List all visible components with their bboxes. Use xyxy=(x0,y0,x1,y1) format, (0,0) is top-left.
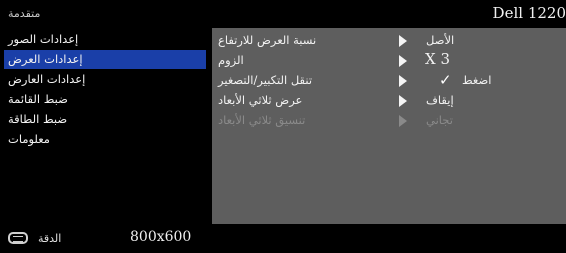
arrow-right-icon xyxy=(399,75,407,87)
setting-row-zoom-navigation[interactable]: تنقل التكبير/التصغير ✓ اضغط xyxy=(212,70,566,90)
setting-row-3d-format: تنسيق ثلاثي الأبعاد تجاني xyxy=(212,110,566,130)
setting-value: تجاني xyxy=(426,113,453,127)
setting-row-3d-display[interactable]: عرض ثلاثي الأبعاد إيقاف xyxy=(212,90,566,110)
resolution-icon xyxy=(8,232,28,244)
menu-item-menu-settings[interactable]: ضبط القائمة xyxy=(4,90,206,109)
arrow-right-icon xyxy=(399,95,407,107)
resolution-label: الدقة xyxy=(38,232,62,245)
menu-item-image-settings[interactable]: إعدادات الصور xyxy=(4,30,206,49)
menu-item-display-settings[interactable]: إعدادات العرض xyxy=(4,50,206,69)
arrow-right-icon xyxy=(399,35,407,47)
setting-value: الأصل xyxy=(426,33,455,47)
status-bar: الدقة 800x600 xyxy=(0,224,566,253)
menu-item-projector-settings[interactable]: إعدادات العارض xyxy=(4,70,206,89)
setting-value: إيقاف xyxy=(426,93,454,107)
setting-value: اضغط xyxy=(462,73,492,87)
setting-label: عرض ثلاثي الأبعاد xyxy=(218,93,303,107)
top-bar: متقدمة Dell 1220 xyxy=(0,0,566,28)
setting-row-aspect-ratio[interactable]: نسبة العرض للارتفاع الأصل xyxy=(212,30,566,50)
model-name: Dell 1220 xyxy=(492,4,566,22)
setting-label: تنقل التكبير/التصغير xyxy=(218,73,313,87)
menu-item-power-settings[interactable]: ضبط الطاقة xyxy=(4,110,206,129)
setting-label: تنسيق ثلاثي الأبعاد xyxy=(218,113,306,127)
arrow-right-icon xyxy=(399,55,407,67)
setting-row-zoom[interactable]: الزوم X 3 xyxy=(212,50,566,70)
setting-label: الزوم xyxy=(218,53,244,67)
settings-panel: نسبة العرض للارتفاع الأصل الزوم X 3 تنقل… xyxy=(212,28,566,224)
section-title: متقدمة xyxy=(8,7,41,20)
menu-item-information[interactable]: معلومات xyxy=(4,130,206,149)
main-menu: إعدادات الصور إعدادات العرض إعدادات العا… xyxy=(0,28,210,224)
check-icon: ✓ xyxy=(439,71,452,89)
setting-value: X 3 xyxy=(425,50,450,68)
setting-label: نسبة العرض للارتفاع xyxy=(218,33,317,47)
arrow-right-icon xyxy=(399,115,407,127)
resolution-value: 800x600 xyxy=(130,229,192,245)
